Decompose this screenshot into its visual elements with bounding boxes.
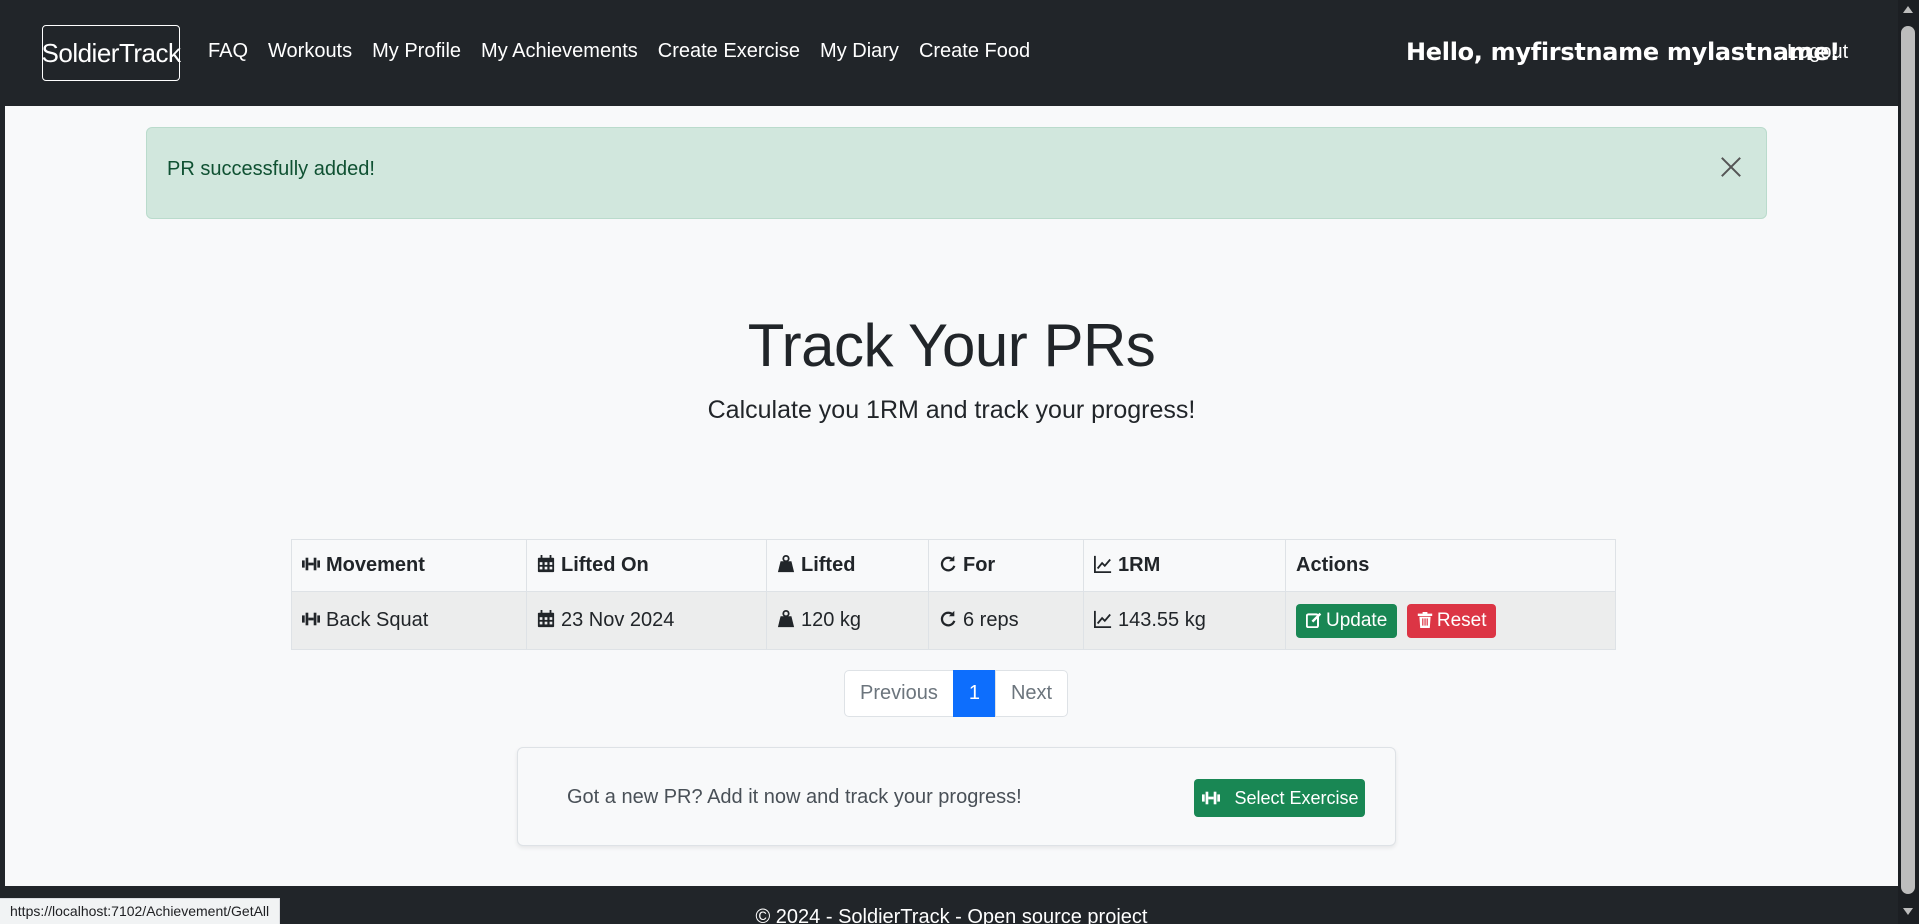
trash-icon (1417, 611, 1433, 628)
page-footer: © 2024 - SoldierTrack - Open source proj… (5, 886, 1898, 924)
cell-lifted-on: 23 Nov 2024 (526, 591, 767, 650)
nav-link-create-exercise[interactable]: Create Exercise (658, 40, 800, 63)
weight-icon (777, 610, 795, 628)
edit-icon (1306, 612, 1322, 628)
add-pr-card: Got a new PR? Add it now and track your … (517, 747, 1396, 846)
scrollbar-thumb[interactable] (1901, 26, 1915, 894)
pagination-next[interactable]: Next (994, 670, 1069, 717)
line-chart-icon (1094, 555, 1112, 573)
nav-link-my-profile[interactable]: My Profile (372, 40, 461, 63)
main-content: PR successfully added! Track Your PRs Ca… (5, 106, 1898, 886)
header-movement: Movement (291, 539, 527, 592)
alert-message: PR successfully added! (167, 158, 375, 180)
nav-link-create-food[interactable]: Create Food (919, 40, 1030, 63)
dumbbell-icon (302, 612, 320, 626)
pr-table: Movement Lifted On Lifted For 1RM Action… (291, 539, 1616, 650)
refresh-icon (940, 610, 956, 627)
select-exercise-button[interactable]: Select Exercise (1194, 779, 1365, 817)
weight-icon (777, 555, 795, 573)
user-greeting[interactable]: Hello, myfirstname mylastname! (1406, 38, 1840, 66)
nav-link-faq[interactable]: FAQ (208, 40, 248, 63)
nav-link-workouts[interactable]: Workouts (268, 40, 352, 63)
close-icon[interactable] (1716, 152, 1746, 182)
success-alert: PR successfully added! (146, 127, 1767, 219)
line-chart-icon (1094, 610, 1112, 628)
header-lifted: Lifted (766, 539, 929, 592)
brand-logo[interactable]: SoldierTrack (42, 25, 181, 81)
refresh-icon (940, 555, 956, 572)
pagination: Previous 1 Next (844, 670, 1069, 717)
nav-link-my-achievements[interactable]: My Achievements (481, 40, 638, 63)
header-lifted-on: Lifted On (526, 539, 767, 592)
nav-link-my-diary[interactable]: My Diary (820, 40, 899, 63)
header-actions: Actions (1285, 539, 1616, 592)
cell-actions: Update Reset (1285, 591, 1616, 650)
pagination-previous[interactable]: Previous (844, 670, 954, 717)
browser-status-url: https://localhost:7102/Achievement/GetAl… (0, 898, 281, 924)
table-header-row: Movement Lifted On Lifted For 1RM Action… (291, 539, 1616, 592)
dumbbell-icon (302, 557, 320, 571)
page-subtitle: Calculate you 1RM and track your progres… (707, 396, 1196, 424)
cell-movement: Back Squat (291, 591, 527, 650)
nav-links: FAQ Workouts My Profile My Achievements … (208, 40, 1050, 63)
update-button[interactable]: Update (1296, 603, 1398, 638)
cell-for: 6 reps (928, 591, 1084, 650)
header-for: For (928, 539, 1084, 592)
top-navbar: SoldierTrack FAQ Workouts My Profile My … (5, 0, 1898, 106)
add-pr-prompt: Got a new PR? Add it now and track your … (567, 786, 1022, 808)
page-title: Track Your PRs (747, 312, 1156, 379)
scroll-down-arrow-icon[interactable] (1903, 908, 1913, 915)
cell-one-rm: 143.55 kg (1083, 591, 1286, 650)
dumbbell-icon (1202, 791, 1221, 805)
calendar-icon (537, 555, 555, 573)
cell-lifted: 120 kg (766, 591, 929, 650)
table-row: Back Squat 23 Nov 2024 120 kg 6 reps 143… (291, 591, 1616, 650)
logout-link[interactable]: Logout (1787, 41, 1848, 64)
reset-button[interactable]: Reset (1406, 603, 1497, 638)
pagination-page-1[interactable]: 1 (952, 670, 996, 717)
calendar-icon (537, 610, 555, 628)
scroll-up-arrow-icon[interactable] (1903, 6, 1913, 13)
header-one-rm: 1RM (1083, 539, 1286, 592)
